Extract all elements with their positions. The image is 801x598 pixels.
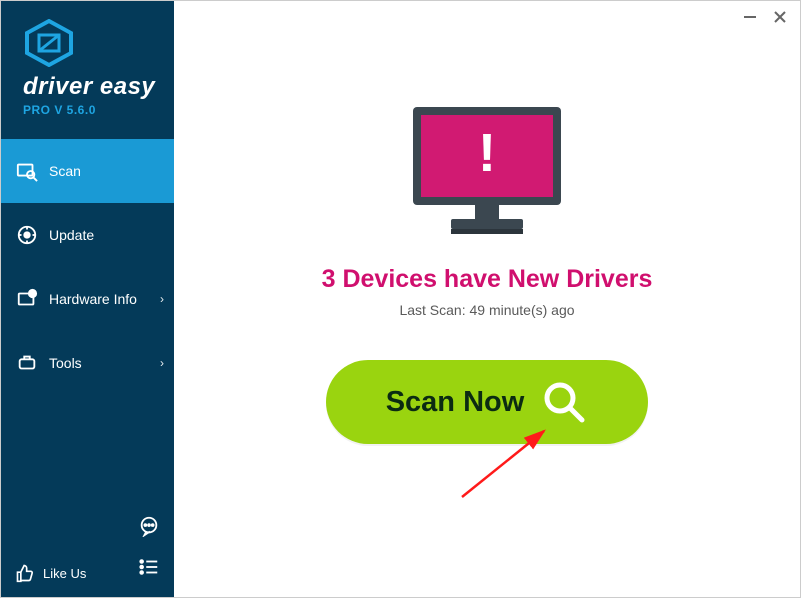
nav-label: Update xyxy=(49,227,94,243)
feedback-button[interactable] xyxy=(138,515,160,542)
menu-button[interactable] xyxy=(138,556,160,583)
logo-block: driver easy PRO V 5.6.0 xyxy=(1,1,174,127)
like-us-button[interactable]: Like Us xyxy=(15,563,86,583)
status-heading: 3 Devices have New Drivers xyxy=(322,265,653,294)
nav-label: Scan xyxy=(49,163,81,179)
menu-list-icon xyxy=(138,556,160,578)
nav-label: Tools xyxy=(49,355,82,371)
chevron-right-icon: › xyxy=(160,292,164,306)
nav-item-hardware-info[interactable]: i Hardware Info › xyxy=(1,267,174,331)
close-icon xyxy=(773,10,787,24)
sidebar: driver easy PRO V 5.6.0 Scan xyxy=(1,1,174,597)
monitor-alert-icon: ! xyxy=(403,101,571,241)
scan-now-button[interactable]: Scan Now xyxy=(326,360,648,444)
chat-icon xyxy=(138,515,160,537)
logo-text: driver easy xyxy=(23,73,164,101)
last-scan-text: Last Scan: 49 minute(s) ago xyxy=(399,302,574,318)
scan-icon xyxy=(15,159,39,183)
nav-label: Hardware Info xyxy=(49,291,137,307)
main-content: ! 3 Devices have New Drivers Last Scan: … xyxy=(174,1,800,597)
minimize-icon xyxy=(743,10,757,24)
hardware-info-icon: i xyxy=(15,287,39,311)
nav-item-tools[interactable]: Tools › xyxy=(1,331,174,395)
logo-version: PRO V 5.6.0 xyxy=(23,103,164,117)
tools-icon xyxy=(15,351,39,375)
search-icon xyxy=(540,378,588,426)
close-button[interactable] xyxy=(770,7,790,27)
like-us-label: Like Us xyxy=(43,566,86,581)
thumbs-up-icon xyxy=(15,563,35,583)
nav-item-update[interactable]: Update xyxy=(1,203,174,267)
nav-item-scan[interactable]: Scan xyxy=(1,139,174,203)
scan-now-label: Scan Now xyxy=(386,386,525,419)
minimize-button[interactable] xyxy=(740,7,760,27)
update-icon xyxy=(15,223,39,247)
logo-icon xyxy=(23,19,75,67)
chevron-right-icon: › xyxy=(160,356,164,370)
svg-text:!: ! xyxy=(478,123,496,183)
nav: Scan Update xyxy=(1,139,174,553)
